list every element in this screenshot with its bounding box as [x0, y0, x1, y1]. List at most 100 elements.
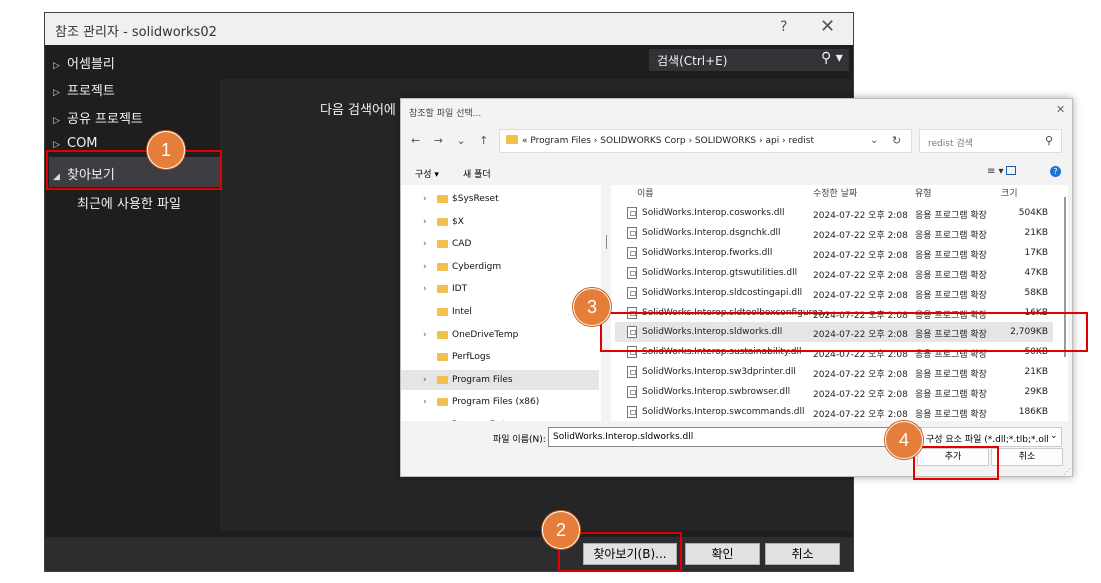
file-size: 504KB [1018, 208, 1048, 218]
folder-icon [437, 240, 448, 249]
search-input[interactable]: 검색(Ctrl+E) [657, 52, 727, 69]
tree-item-projects[interactable]: ▷ 프로젝트 [53, 80, 115, 99]
chevron-down-icon[interactable]: ⌄ [870, 135, 878, 146]
search-icon[interactable]: ⚲ [1045, 134, 1053, 147]
search-box[interactable]: 검색(Ctrl+E) ⚲ ▾ [649, 49, 849, 71]
tree-item-label: COM [67, 136, 98, 151]
dialog-search-input[interactable]: redist 검색 [928, 136, 973, 149]
chevron-right-icon[interactable]: › [423, 239, 427, 249]
resize-grip-icon[interactable]: ⋰ [1063, 467, 1071, 476]
chevron-right-icon[interactable]: › [423, 194, 427, 204]
file-type-filter[interactable]: 구성 요소 파일 (*.dll;*.tlb;*.olb; ⌄ [921, 427, 1062, 447]
cancel-button[interactable]: 취소 [765, 543, 840, 565]
folder-tree-item[interactable]: › Program Files (x86) [401, 392, 599, 412]
folder-tree-item[interactable]: › Program Files [401, 369, 599, 390]
back-arrow-icon[interactable]: ← [411, 134, 420, 147]
ok-button[interactable]: 확인 [685, 543, 760, 565]
file-name: SolidWorks.Interop.sldcostingapi.dll [642, 287, 803, 298]
column-header-name[interactable]: 이름 [637, 186, 654, 199]
title-bar: 참조 관리자 - solidworks02 ? ✕ [45, 13, 853, 45]
file-row[interactable]: SolidWorks.Interop.fworks.dll 2024-07-22 … [615, 243, 1053, 263]
dll-file-icon [627, 246, 637, 259]
file-date: 2024-07-22 오후 2:08 [813, 250, 908, 261]
window-title: 참조 관리자 - solidworks02 [55, 25, 217, 40]
recent-files-item[interactable]: 최근에 사용한 파일 [77, 193, 181, 212]
folder-tree-item[interactable]: PerfLogs [401, 347, 599, 367]
file-row[interactable]: SolidWorks.Interop.gtswutilities.dll 2024… [615, 263, 1053, 283]
file-type: 응용 프로그램 확장 [915, 410, 987, 420]
forward-arrow-icon[interactable]: → [434, 134, 443, 147]
file-row[interactable]: SolidWorks.Interop.sw3dprinter.dll 2024-0… [615, 362, 1053, 382]
chevron-right-icon[interactable]: › [423, 330, 427, 340]
folder-tree-item[interactable]: › CAD [401, 234, 599, 254]
file-row[interactable]: SolidWorks.Interop.swcommands.dll 2024-07… [615, 402, 1053, 421]
refresh-icon[interactable]: ↻ [892, 134, 901, 147]
file-type: 응용 프로그램 확장 [915, 250, 987, 261]
folder-tree-item[interactable]: › Cyberdigm [401, 257, 599, 277]
file-row[interactable]: SolidWorks.Interop.dsgnchk.dll 2024-07-22… [615, 223, 1053, 243]
folder-icon [437, 285, 448, 294]
chevron-right-icon[interactable]: › [423, 375, 427, 385]
view-options-icon[interactable]: ≡ ▾ [987, 166, 1004, 177]
folder-icon [437, 353, 448, 362]
chevron-right-icon[interactable]: › [423, 420, 427, 421]
file-date: 2024-07-22 오후 2:08 [813, 230, 908, 241]
folder-tree-item[interactable]: › ProgramData [401, 415, 599, 421]
chevron-right-icon[interactable]: › [423, 284, 427, 294]
column-header-size[interactable]: 크기 [1001, 186, 1018, 199]
help-icon[interactable]: ? [1050, 166, 1061, 177]
column-header-date[interactable]: 수정한 날짜 [813, 186, 857, 199]
folder-tree-item[interactable]: Intel [401, 302, 599, 322]
file-size: 21KB [1024, 367, 1048, 378]
search-icon[interactable]: ⚲ ▾ [821, 50, 843, 66]
tree-item-shared-projects[interactable]: ▷ 공유 프로젝트 [53, 108, 143, 127]
new-folder-button[interactable]: 새 폴더 [463, 167, 491, 180]
organize-menu[interactable]: 구성 ▾ [415, 167, 439, 180]
dialog-close-button[interactable]: ✕ [1056, 103, 1065, 116]
folder-icon [506, 135, 518, 144]
navigation-buttons: ← → ⌄ ↑ [411, 134, 498, 147]
file-row[interactable]: SolidWorks.Interop.sldcostingapi.dll 2024… [615, 283, 1053, 303]
file-type: 응용 프로그램 확장 [915, 290, 987, 301]
column-header-type[interactable]: 유형 [915, 186, 932, 199]
file-row[interactable]: SolidWorks.Interop.swbrowser.dll 2024-07-… [615, 382, 1053, 402]
folder-tree-item[interactable]: › $X [401, 212, 599, 232]
chevron-right-icon[interactable]: › [423, 397, 427, 407]
sort-ascending-icon: ^ [715, 185, 723, 190]
filename-value[interactable]: SolidWorks.Interop.sldworks.dll [553, 432, 693, 442]
close-button[interactable]: ✕ [820, 16, 835, 37]
folder-tree-item[interactable]: › IDT [401, 279, 599, 299]
dialog-title: 참조할 파일 선택... [409, 109, 482, 119]
dialog-search-box[interactable]: redist 검색 ⚲ [919, 129, 1062, 153]
chevron-right-icon[interactable]: › [423, 262, 427, 272]
folder-tree-label: Program Files (x86) [452, 397, 540, 408]
folder-tree-label: Program Files [452, 374, 513, 385]
file-date: 2024-07-22 오후 2:08 [813, 370, 908, 381]
callout-1: 1 [147, 131, 185, 169]
file-type-filter-value[interactable]: 구성 요소 파일 (*.dll;*.tlb;*.olb; [926, 432, 1048, 445]
file-name: SolidWorks.Interop.dsgnchk.dll [642, 227, 781, 238]
file-row[interactable]: SolidWorks.Interop.cosworks.dll 2024-07-2… [615, 203, 1053, 223]
help-button[interactable]: ? [780, 19, 787, 35]
address-path[interactable]: « Program Files › SOLIDWORKS Corp › SOLI… [522, 136, 814, 146]
folder-icon [437, 375, 448, 384]
file-size: 186KB [1018, 407, 1048, 417]
tree-item-assemblies[interactable]: ▷ 어셈블리 [53, 53, 115, 72]
folder-tree-item[interactable]: › $SysReset [401, 189, 599, 209]
up-arrow-icon[interactable]: ↑ [479, 134, 488, 147]
file-size: 47KB [1024, 267, 1048, 278]
recent-locations-icon[interactable]: ⌄ [456, 134, 465, 147]
chevron-right-icon[interactable]: › [423, 217, 427, 227]
preview-pane-icon[interactable] [1006, 166, 1016, 175]
chevron-down-icon[interactable]: ⌄ [1050, 431, 1058, 441]
dialog-cancel-button[interactable]: 취소 [991, 448, 1063, 466]
folder-icon [437, 308, 448, 316]
file-date: 2024-07-22 오후 2:08 [813, 390, 908, 401]
dll-file-icon [627, 266, 637, 279]
file-type: 응용 프로그램 확장 [915, 211, 987, 221]
folder-tree-item[interactable]: › OneDriveTemp [401, 325, 599, 345]
address-bar[interactable]: « Program Files › SOLIDWORKS Corp › SOLI… [499, 129, 912, 153]
pane-divider[interactable] [606, 235, 607, 249]
tree-item-com[interactable]: ▷ COM [53, 136, 98, 151]
dll-file-icon [627, 366, 637, 379]
